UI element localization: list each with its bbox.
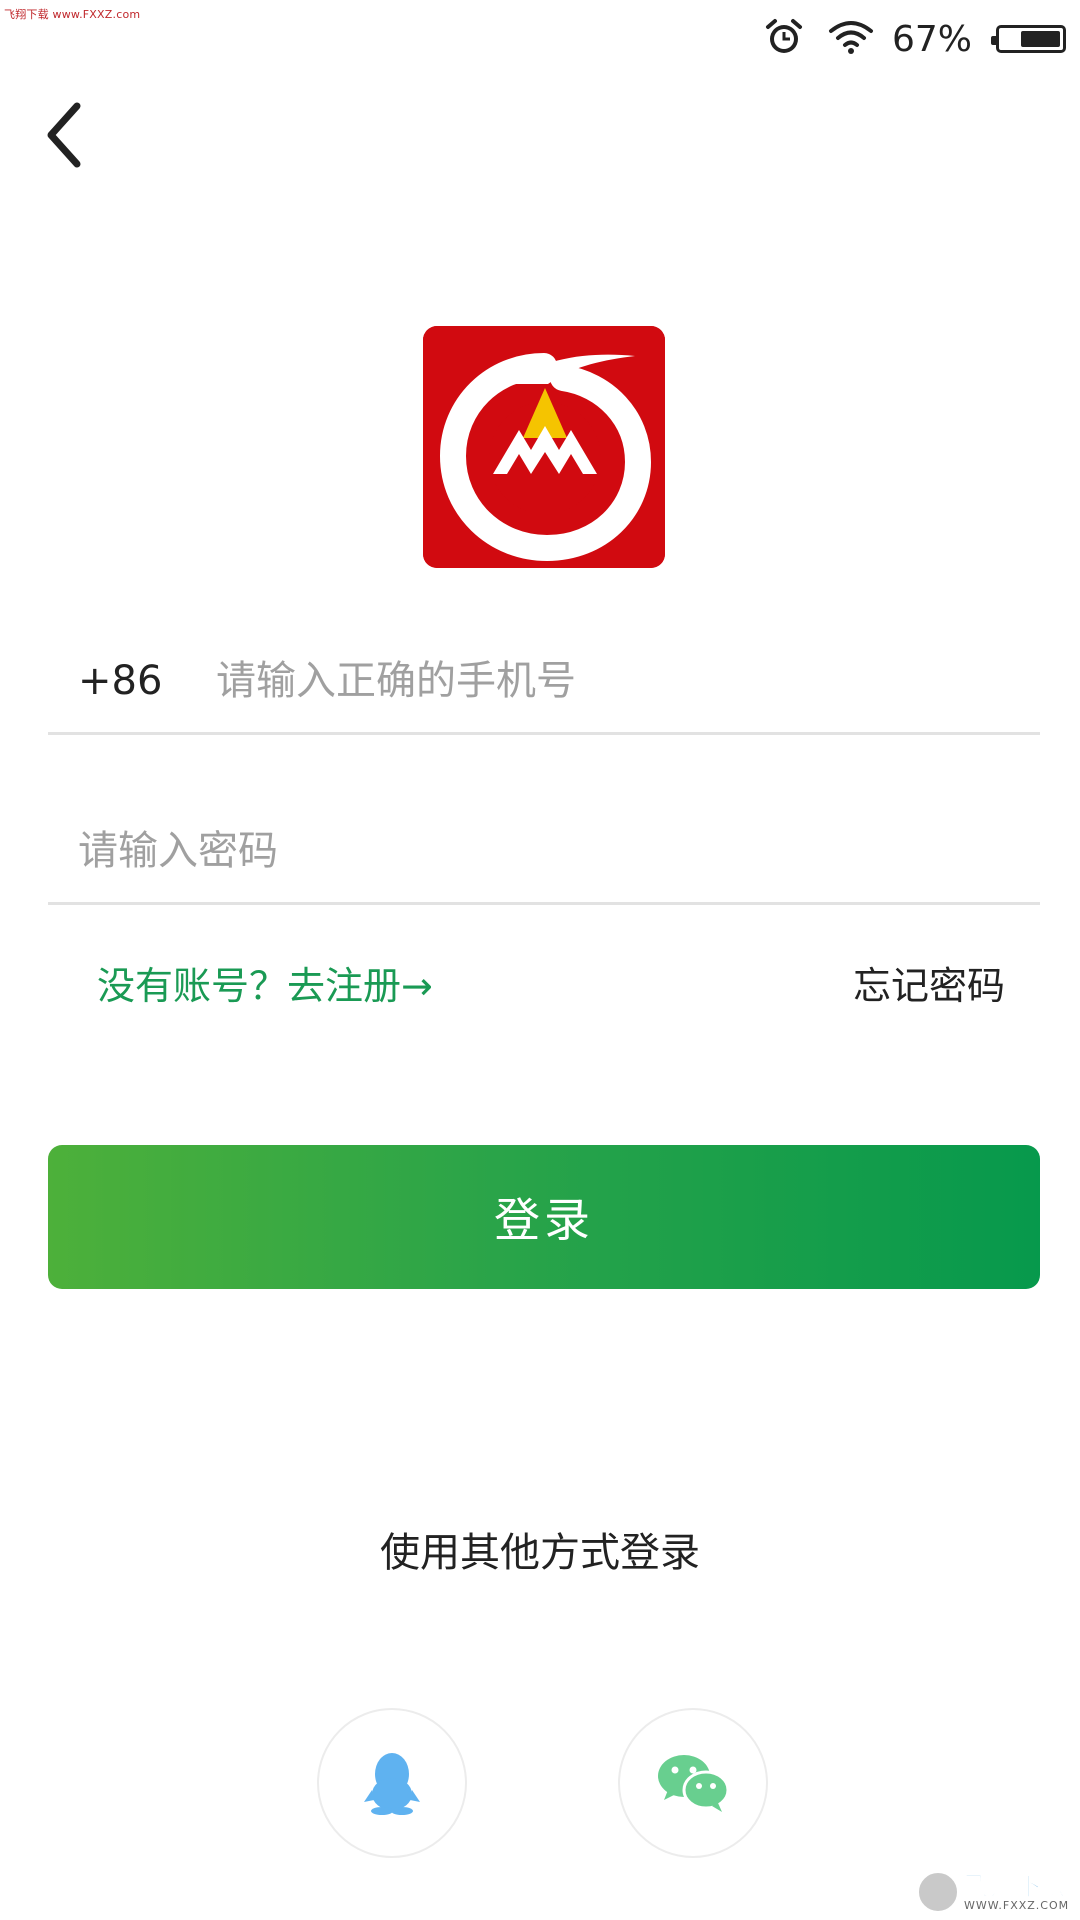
wifi-icon [828,19,874,59]
register-link[interactable]: 没有账号？去注册→ [97,955,433,1010]
chevron-left-icon [47,102,81,168]
corner-watermark: 飞翔下载 WWW.FXXZ.COM [916,1868,1076,1916]
phone-input[interactable] [216,658,1040,704]
wechat-icon [658,1755,730,1812]
app-logo [423,326,665,568]
battery-percentage: 67% [891,18,972,60]
password-row [48,800,1040,905]
top-watermark: 飞翔下载 www.FXXZ.com [4,8,141,21]
watermark-logo-icon [916,1870,960,1914]
watermark-main-text: 飞翔下载 [963,1871,1069,1902]
watermark-sub-text: WWW.FXXZ.COM [964,1898,1070,1912]
alarm-icon [764,17,804,61]
forgot-password-link[interactable]: 忘记密码 [853,955,1005,1010]
wechat-login-button[interactable] [618,1708,768,1858]
back-button[interactable] [28,90,98,180]
password-input[interactable] [48,828,1040,874]
phone-row: +86 [48,630,1040,735]
country-code[interactable]: +86 [48,658,216,704]
qq-penguin-icon [364,1753,420,1815]
battery-icon [991,25,1066,53]
qq-login-button[interactable] [317,1708,467,1858]
other-login-title: 使用其他方式登录 [380,1530,700,1576]
status-bar: 67% [764,14,1066,64]
login-button[interactable]: 登录 [48,1145,1040,1289]
battery-level [1021,31,1060,47]
